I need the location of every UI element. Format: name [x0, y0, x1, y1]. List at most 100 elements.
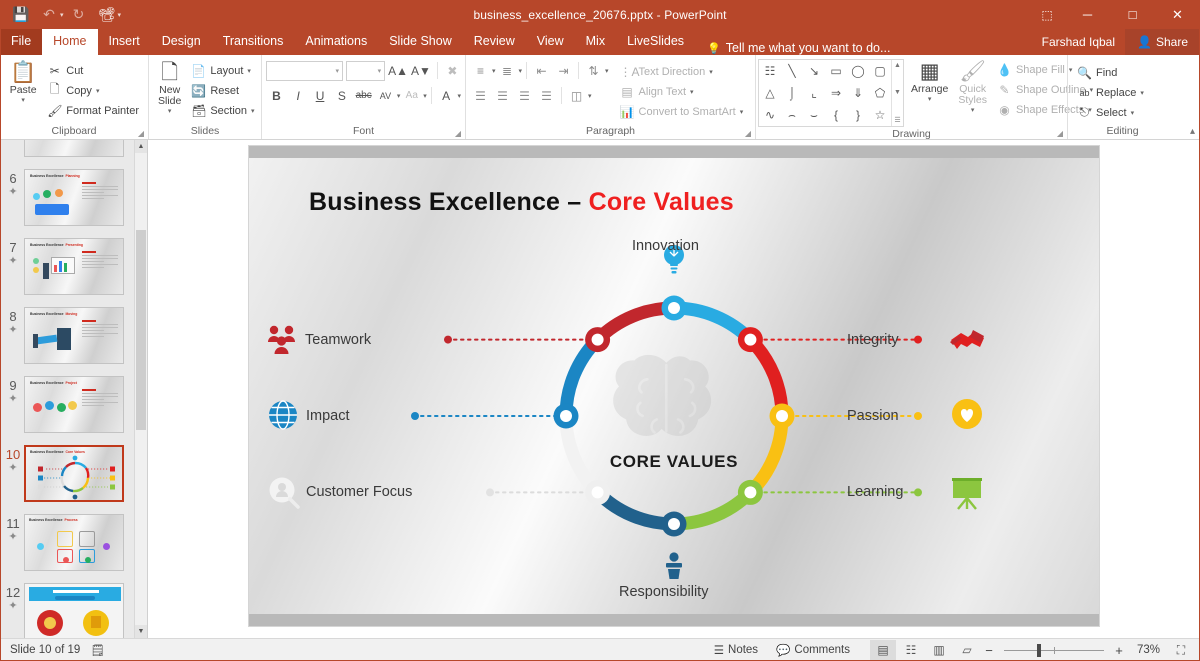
- slide-show-view-icon[interactable]: ▱: [954, 640, 980, 660]
- start-presentation-icon[interactable]: 📽: [94, 3, 120, 27]
- zoom-out-button[interactable]: −: [982, 643, 996, 658]
- copy-dropdown-caret-icon[interactable]: ▾: [96, 87, 100, 95]
- thumbnail-image[interactable]: Business Excellence Project: [24, 376, 124, 433]
- shapes-scroll-down-icon[interactable]: ▼: [894, 89, 901, 96]
- maximize-icon[interactable]: □: [1110, 0, 1155, 29]
- justify-icon[interactable]: ☰: [536, 85, 557, 106]
- drawing-dialog-launcher-icon[interactable]: ◢: [1057, 129, 1063, 138]
- value-label-responsibility[interactable]: Responsibility: [619, 584, 708, 600]
- italic-icon[interactable]: I: [288, 85, 309, 106]
- save-icon[interactable]: 💾: [8, 3, 34, 27]
- shape-elbow-arrow-icon[interactable]: ⌞: [803, 82, 825, 104]
- tab-liveslides[interactable]: LiveSlides: [616, 29, 695, 55]
- strikethrough-icon[interactable]: abc: [353, 85, 374, 106]
- arrange-button[interactable]: ▦ Arrange ▾: [906, 58, 953, 127]
- value-label-innovation[interactable]: Innovation: [632, 238, 699, 254]
- value-label-customer-focus[interactable]: Customer Focus: [306, 484, 412, 500]
- quick-styles-button[interactable]: 🖌 Quick Styles ▾: [953, 58, 992, 127]
- user-name[interactable]: Farshad Iqbal: [1042, 35, 1125, 49]
- fit-to-window-icon[interactable]: ⛶: [1168, 640, 1194, 660]
- normal-view-icon[interactable]: ▤: [870, 640, 896, 660]
- redo-icon[interactable]: ↻: [66, 3, 92, 27]
- font-name-caret-icon[interactable]: ▾: [332, 67, 339, 75]
- paste-button[interactable]: 📋 Paste ▾: [4, 59, 42, 124]
- tab-view[interactable]: View: [526, 29, 575, 55]
- tab-home[interactable]: Home: [42, 29, 98, 55]
- bold-icon[interactable]: B: [266, 85, 287, 106]
- align-center-icon[interactable]: ☰: [492, 85, 513, 106]
- numbering-icon[interactable]: ≣: [497, 60, 518, 81]
- find-button[interactable]: 🔍 Find: [1072, 63, 1173, 82]
- collapse-ribbon-icon[interactable]: ▴: [1190, 126, 1195, 137]
- notes-button[interactable]: ☰ Notes: [706, 640, 766, 661]
- tell-me-search[interactable]: 💡 Tell me what you want to do...: [695, 41, 890, 55]
- minimize-icon[interactable]: ─: [1065, 0, 1110, 29]
- format-painter-button[interactable]: 🖌 Format Painter: [42, 101, 144, 120]
- shape-right-arrow-icon[interactable]: ⇒: [825, 82, 847, 104]
- replace-button[interactable]: ab Replace ▾: [1072, 83, 1173, 102]
- align-text-button[interactable]: ▤ Align Text ▾: [615, 82, 749, 101]
- shape-rounded-rect-icon[interactable]: ▢: [869, 60, 891, 82]
- arrange-dropdown-caret-icon[interactable]: ▾: [928, 95, 932, 103]
- thumbnail-slide-11[interactable]: 11 ✦ Business Excellence Process: [0, 508, 147, 577]
- tab-review[interactable]: Review: [463, 29, 526, 55]
- value-label-learning[interactable]: Learning: [847, 484, 903, 500]
- font-name-input[interactable]: ▾: [266, 60, 343, 81]
- comments-button[interactable]: 💬 Comments: [768, 640, 858, 661]
- shape-right-brace-icon[interactable]: }: [847, 104, 869, 126]
- text-direction-caret-icon[interactable]: ▾: [709, 68, 713, 76]
- shape-pentagon-icon[interactable]: ⬠: [869, 82, 891, 104]
- slide-sorter-view-icon[interactable]: ☷: [898, 640, 924, 660]
- shape-down-arrow-icon[interactable]: ⇓: [847, 82, 869, 104]
- thumbnail-image[interactable]: Business Excellence Planning: [24, 169, 124, 226]
- section-dropdown-caret-icon[interactable]: ▾: [251, 107, 255, 115]
- tab-transitions[interactable]: Transitions: [212, 29, 295, 55]
- shapes-gallery-expand-icon[interactable]: ☰: [894, 116, 900, 124]
- thumbnail-slide-8[interactable]: 8 ✦ Business Excellence Moving: [0, 301, 147, 370]
- thumbnail-slide-5[interactable]: 5 ✦ Business Excellence Meeting: [0, 140, 147, 163]
- new-slide-dropdown-caret-icon[interactable]: ▾: [168, 107, 172, 115]
- thumbnail-slide-9[interactable]: 9 ✦ Business Excellence Project: [0, 370, 147, 439]
- thumbnail-slide-12[interactable]: 12 ✦: [0, 577, 147, 638]
- change-case-caret-icon[interactable]: ▾: [423, 92, 427, 100]
- quick-styles-caret-icon[interactable]: ▾: [971, 106, 975, 114]
- font-size-input[interactable]: ▾: [345, 60, 386, 81]
- columns-icon[interactable]: ◫: [566, 85, 587, 106]
- shape-arrow-icon[interactable]: ↘: [803, 60, 825, 82]
- shape-star-icon[interactable]: ☆: [869, 104, 891, 126]
- font-size-caret-icon[interactable]: ▾: [375, 67, 382, 75]
- thumbnail-slide-6[interactable]: 6 ✦ Business Excellence Planning: [0, 163, 147, 232]
- tab-file[interactable]: File: [0, 29, 43, 55]
- character-spacing-caret-icon[interactable]: ▾: [397, 92, 401, 100]
- shape-line-icon[interactable]: ╲: [781, 60, 803, 82]
- share-button[interactable]: 👤 Share: [1125, 29, 1200, 55]
- change-case-icon[interactable]: Aa: [401, 85, 422, 106]
- value-label-passion[interactable]: Passion: [847, 408, 899, 424]
- shape-elbow-connector-icon[interactable]: ⌡: [781, 82, 803, 104]
- bullets-icon[interactable]: ≡: [470, 60, 491, 81]
- character-spacing-icon[interactable]: AV: [375, 85, 396, 106]
- text-shadow-icon[interactable]: S: [331, 85, 352, 106]
- text-direction-button[interactable]: ⋮A Text Direction ▾: [615, 62, 749, 81]
- font-color-icon[interactable]: A: [436, 85, 457, 106]
- ribbon-display-options-icon[interactable]: ⬚: [1029, 0, 1065, 29]
- tab-design[interactable]: Design: [151, 29, 212, 55]
- decrease-indent-icon[interactable]: ⇤: [531, 60, 552, 81]
- scrollbar-thumb[interactable]: [136, 230, 146, 430]
- close-icon[interactable]: ✕: [1155, 0, 1200, 29]
- clear-formatting-icon[interactable]: ✖: [444, 60, 461, 81]
- shapes-gallery-scrollbar[interactable]: ▲ ▼ ☰: [891, 60, 903, 126]
- copy-button[interactable]: 🗋 Copy ▾: [42, 81, 144, 100]
- font-color-caret-icon[interactable]: ▾: [458, 92, 462, 100]
- zoom-slider[interactable]: [1004, 640, 1104, 660]
- numbering-caret-icon[interactable]: ▾: [519, 67, 523, 75]
- shape-left-brace-icon[interactable]: {: [825, 104, 847, 126]
- tab-insert[interactable]: Insert: [98, 29, 151, 55]
- customize-qat-icon[interactable]: ▾: [118, 11, 122, 19]
- smartart-caret-icon[interactable]: ▾: [740, 108, 744, 116]
- paragraph-dialog-launcher-icon[interactable]: ◢: [745, 129, 751, 138]
- value-label-impact[interactable]: Impact: [306, 408, 350, 424]
- align-left-icon[interactable]: ☰: [470, 85, 491, 106]
- shape-arc-icon[interactable]: ⌢: [781, 104, 803, 126]
- select-button[interactable]: ⎋ Select ▾: [1072, 103, 1173, 122]
